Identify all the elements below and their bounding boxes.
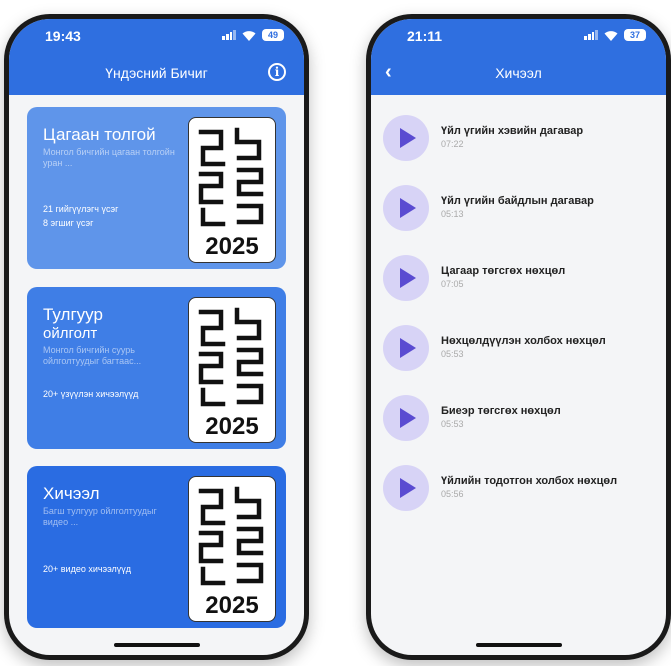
card-alphabet[interactable]: Цагаан толгой Монгол бичгийн цагаан толг… <box>27 107 286 269</box>
play-icon[interactable] <box>383 115 429 161</box>
home-indicator[interactable] <box>475 643 562 647</box>
card-meta-line: 8 эгшиг үсэг <box>43 218 94 228</box>
mongol-script-logo: 2025 <box>188 117 276 263</box>
status-time: 19:43 <box>45 28 81 44</box>
play-icon[interactable] <box>383 465 429 511</box>
lessons-screen: 21:11 37 ‹ Хичээл Үйл үгийн хэвийн дагав… <box>371 19 666 655</box>
logo-graphic: 2025 <box>198 127 264 260</box>
card-meta-line: 21 гийгүүлэгч үсэг <box>43 204 119 214</box>
wifi-icon <box>242 30 256 41</box>
card-lessons[interactable]: Хичээл Багш тулгуур ойлголтуудыг видео .… <box>27 466 286 628</box>
lesson-item[interactable]: Биеэр төгсгөх нөхцөл 05:53 <box>383 395 654 445</box>
page-title: Хичээл <box>495 65 542 81</box>
card-title: Цагаан толгой <box>43 125 156 144</box>
status-icons: 37 <box>584 29 646 41</box>
app-header: 21:11 37 ‹ Хичээл <box>371 19 666 95</box>
lesson-duration: 05:13 <box>441 209 464 219</box>
logo-graphic: 2025 <box>198 486 264 619</box>
signal-icon <box>222 30 236 40</box>
card-title-main: Тулгуур <box>43 305 103 324</box>
logo-year: 2025 <box>205 413 258 440</box>
lesson-duration: 07:05 <box>441 279 464 289</box>
card-description: Монгол бичгийн цагаан толгойн уран ... <box>43 147 175 168</box>
logo-year: 2025 <box>205 592 258 619</box>
home-screen: 19:43 49 Үндэсний Бичиг i Цагаан толгой … <box>9 19 304 655</box>
card-description: Монгол бичгийн суурь ойлголтуудыг багтаа… <box>43 345 142 366</box>
lesson-item[interactable]: Цагаар төгсгөх нөхцөл 07:05 <box>383 255 654 305</box>
play-icon[interactable] <box>383 395 429 441</box>
page-title: Үндэсний Бичиг <box>105 65 208 81</box>
app-header: 19:43 49 Үндэсний Бичиг i <box>9 19 304 95</box>
card-meta-line: 20+ видео хичээлүүд <box>43 564 132 574</box>
phone-left: 19:43 49 Үндэсний Бичиг i Цагаан толгой … <box>4 14 309 660</box>
wifi-icon <box>604 30 618 41</box>
lesson-item[interactable]: Нөхцөлдүүлэн холбох нөхцөл 05:53 <box>383 325 654 375</box>
lesson-duration: 05:56 <box>441 489 464 499</box>
card-subtitle: ойлголт <box>43 325 98 342</box>
play-icon[interactable] <box>383 185 429 231</box>
lesson-title: Нөхцөлдүүлэн холбох нөхцөл <box>441 335 606 347</box>
play-icon[interactable] <box>383 255 429 301</box>
card-meta-line: 20+ үзүүлэн хичээлүүд <box>43 389 139 399</box>
lesson-item[interactable]: Үйл үгийн байдлын дагавар 05:13 <box>383 185 654 235</box>
mongol-script-logo: 2025 <box>188 476 276 622</box>
card-basics[interactable]: Тулгуур ойлголт Монгол бичгийн суурь ойл… <box>27 287 286 449</box>
card-title: Хичээл <box>43 484 100 503</box>
signal-icon <box>584 30 598 40</box>
lesson-duration: 05:53 <box>441 349 464 359</box>
status-time: 21:11 <box>407 28 443 44</box>
phone-right: 21:11 37 ‹ Хичээл Үйл үгийн хэвийн дагав… <box>366 14 671 660</box>
logo-year: 2025 <box>205 233 258 260</box>
battery-icon: 49 <box>262 29 284 41</box>
card-meta: 21 гийгүүлэгч үсэг 8 эгшиг үсэг <box>43 202 118 230</box>
mongol-script-logo: 2025 <box>188 297 276 443</box>
lesson-title: Үйл үгийн хэвийн дагавар <box>441 125 584 137</box>
status-icons: 49 <box>222 29 284 41</box>
lesson-title: Үйлийн тодотгон холбох нөхцөл <box>441 475 618 487</box>
lesson-item[interactable]: Үйл үгийн хэвийн дагавар 07:22 <box>383 115 654 165</box>
lesson-title: Цагаар төгсгөх нөхцөл <box>441 265 566 277</box>
info-icon[interactable]: i <box>268 63 286 81</box>
home-indicator[interactable] <box>113 643 200 647</box>
card-title: Тулгуур ойлголт <box>43 305 183 343</box>
battery-icon: 37 <box>624 29 646 41</box>
play-icon[interactable] <box>383 325 429 371</box>
lesson-title: Биеэр төгсгөх нөхцөл <box>441 405 561 417</box>
lesson-item[interactable]: Үйлийн тодотгон холбох нөхцөл 05:56 <box>383 465 654 515</box>
lesson-title: Үйл үгийн байдлын дагавар <box>441 195 594 207</box>
card-description: Багш тулгуур ойлголтуудыг видео ... <box>43 506 157 527</box>
logo-graphic: 2025 <box>198 307 264 440</box>
lesson-duration: 07:22 <box>441 139 464 149</box>
lesson-duration: 05:53 <box>441 419 464 429</box>
